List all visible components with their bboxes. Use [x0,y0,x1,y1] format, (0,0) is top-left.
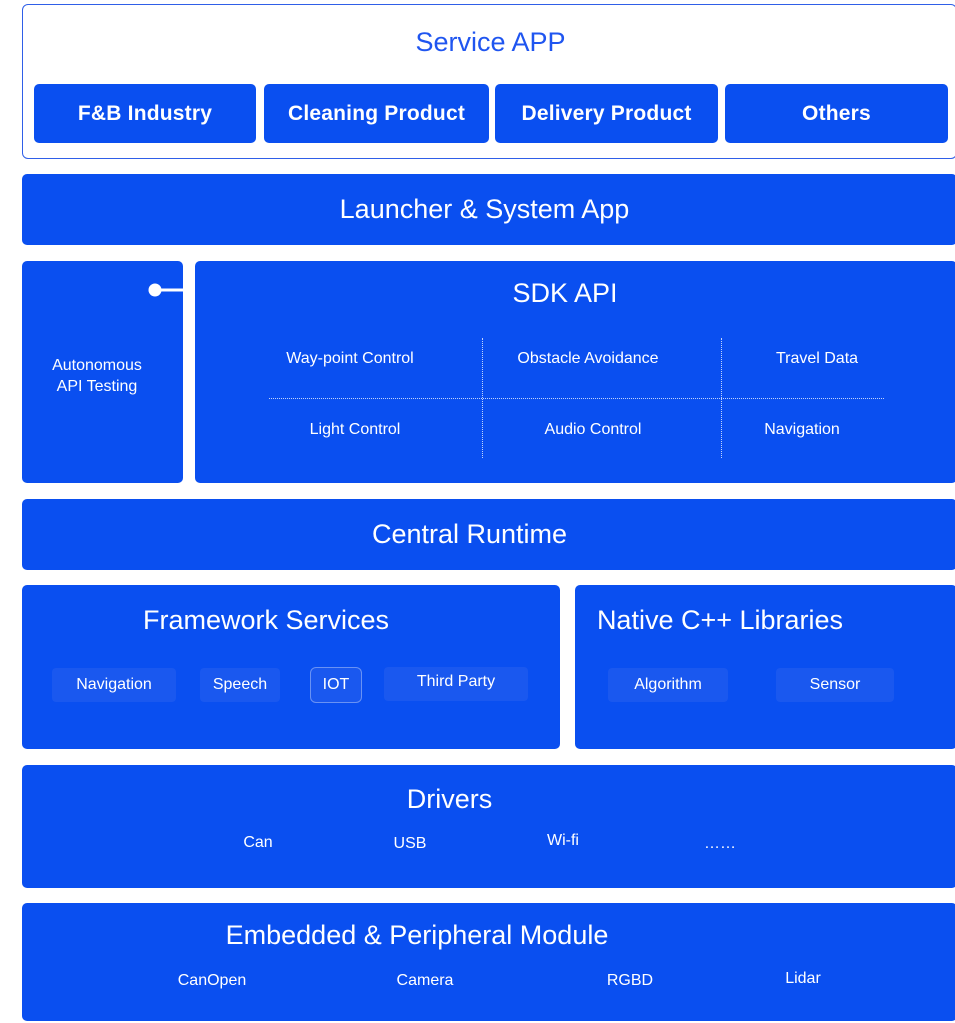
sdk-item-obstacle-avoidance: Obstacle Avoidance [517,350,659,367]
sdk-item-navigation: Navigation [764,421,840,438]
embedded-peripheral-layer: Embedded & Peripheral Module CanOpen Cam… [22,903,955,1021]
framework-chip-speech: Speech [200,668,280,702]
framework-chip-navigation: Navigation [52,668,176,702]
sdk-item-waypoint-control: Way-point Control [286,350,414,367]
service-app-title: Service APP [415,27,566,57]
launcher-title: Launcher & System App [339,194,630,224]
drivers-title: Drivers [406,784,493,814]
embedded-title: Embedded & Peripheral Module [225,920,609,950]
framework-chip-iot: IOT [310,667,362,703]
driver-item-can: Can [243,834,273,851]
service-item-fb-industry: F&B Industry [34,84,256,143]
autonomous-label-line2: API Testing [56,378,138,395]
launcher-system-app-layer: Launcher & System App [22,174,955,245]
sdk-api-title: SDK API [512,278,618,308]
embedded-item-rgbd: RGBD [606,972,654,989]
native-libraries-title: Native C++ Libraries [596,605,844,635]
embedded-item-canopen: CanOpen [177,972,247,989]
central-runtime-layer: Central Runtime [22,499,955,570]
sdk-api-layer: SDK API Way-point Control Obstacle Avoid… [195,261,955,483]
service-item-cleaning-product: Cleaning Product [264,84,489,143]
autonomous-label-line1: Autonomous [52,357,142,374]
driver-item-ellipsis: …… [704,835,736,852]
drivers-layer: Drivers Can USB Wi-fi …… [22,765,955,888]
framework-services-title: Framework Services [142,605,390,635]
central-runtime-title: Central Runtime [371,519,568,549]
embedded-item-camera: Camera [396,972,454,989]
driver-item-wifi: Wi-fi [547,832,579,849]
sdk-item-travel-data: Travel Data [775,350,859,367]
framework-chip-third-party: Third Party [384,667,528,701]
sdk-row-divider [269,398,884,399]
autonomous-label: Autonomous API Testing [22,355,172,397]
service-item-delivery-product: Delivery Product [495,84,718,143]
native-chip-algorithm: Algorithm [608,668,728,702]
embedded-item-lidar: Lidar [785,970,821,987]
sdk-item-audio-control: Audio Control [544,421,642,438]
native-libraries-layer: Native C++ Libraries Algorithm Sensor [575,585,955,749]
framework-services-layer: Framework Services Navigation Speech IOT… [22,585,560,749]
driver-item-usb: USB [393,835,427,852]
service-item-others: Others [725,84,948,143]
native-chip-sensor: Sensor [776,668,894,702]
service-app-layer: Service APP F&B Industry Cleaning Produc… [22,4,955,159]
sdk-item-light-control: Light Control [309,421,401,438]
